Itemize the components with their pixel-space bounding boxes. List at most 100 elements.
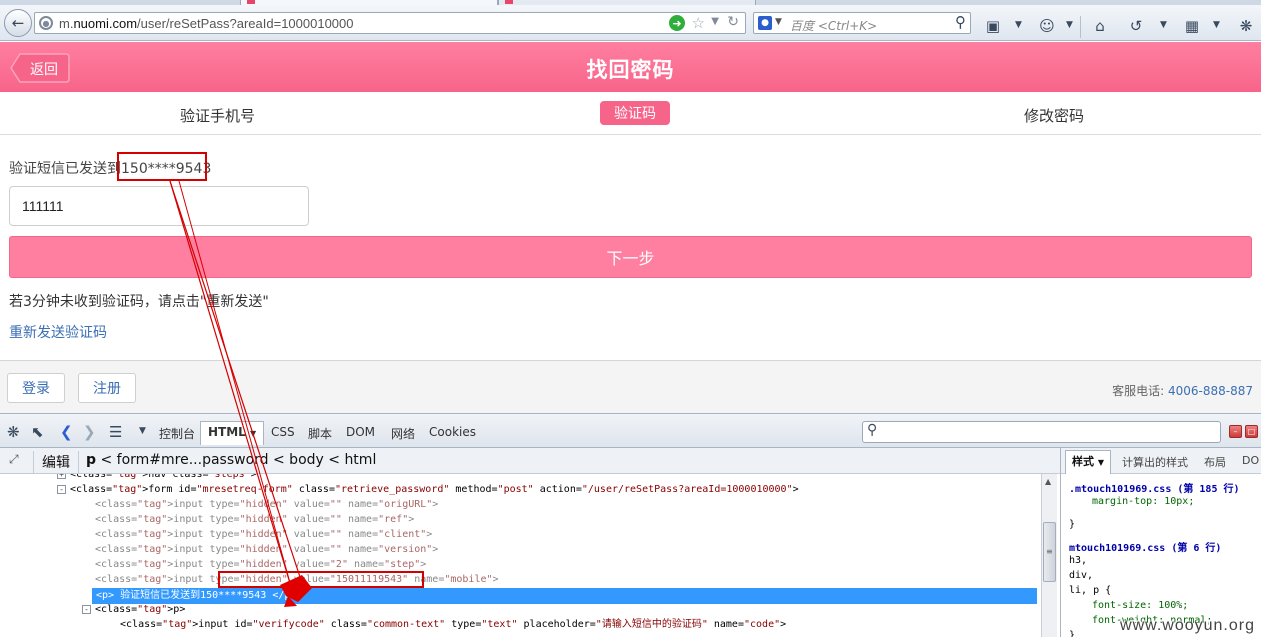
source-line[interactable]: <class="tag">input type="hidden" value="… — [0, 542, 1041, 557]
css-source-link[interactable]: .mtouch101969.css (第 185 行) — [1069, 480, 1240, 495]
screenshot-icon[interactable]: ▣ — [984, 17, 1002, 35]
step-indicator: 验证手机号 验证码 修改密码 — [0, 92, 1261, 135]
reload-icon[interactable]: ↻ — [727, 14, 739, 30]
addon-dropdown-icon[interactable]: ▼ — [1066, 20, 1073, 30]
tab-cookies[interactable]: Cookies — [429, 425, 476, 439]
tab-html-dropdown-icon[interactable]: ▼ — [250, 429, 256, 438]
nav-back-icon[interactable]: ❮ — [60, 423, 73, 441]
menu-lines-icon[interactable]: ☰ — [109, 423, 122, 441]
source-line-text: <class="tag">p> — [95, 604, 186, 615]
expand-panel-icon[interactable]: ⤢ — [9, 452, 19, 467]
scroll-up-icon[interactable]: ▲ — [1045, 477, 1051, 486]
css-selector: } — [1069, 519, 1076, 530]
tab-console[interactable]: 控制台 — [159, 425, 195, 442]
back-arrow-icon: ← — [11, 14, 25, 32]
address-bar[interactable]: ● m.nuomi.com/user/reSetPass?areaId=1000… — [34, 12, 746, 34]
login-button[interactable]: 登录 — [7, 373, 65, 403]
source-line[interactable]: - <class="tag">form id="mresetreq-form" c… — [0, 482, 1041, 497]
css-selector: h3, — [1069, 555, 1088, 566]
breadcrumb[interactable]: p < form#mre...password < body < html — [86, 452, 376, 468]
step-change-password: 修改密码 — [1024, 107, 1085, 125]
style-dropdown-icon[interactable]: ▼ — [1098, 458, 1104, 467]
screenshot-dropdown-icon[interactable]: ▼ — [1015, 20, 1022, 30]
source-line-text: <class="tag">input type="hidden" value="… — [95, 559, 427, 570]
watermark: www.wooyun.org — [1120, 617, 1255, 634]
panel-dropdown-icon[interactable]: ▼ — [139, 426, 146, 436]
tab-favicon — [505, 0, 513, 4]
side-tab-layout[interactable]: 布局 — [1204, 454, 1226, 470]
firebug-icon[interactable]: ❋ — [1237, 17, 1255, 35]
tab-script[interactable]: 脚本 — [308, 425, 332, 442]
style-panel: .mtouch101969.css (第 185 行) margin-top: 1… — [1060, 474, 1261, 637]
bookmark-star-icon[interactable]: ☆ — [692, 14, 705, 32]
tab-dom[interactable]: DOM — [346, 425, 375, 439]
breadcrumb-current[interactable]: p — [86, 452, 96, 468]
globe-icon: ● — [39, 16, 53, 30]
html-source-view[interactable]: + <class="tag">nav class="steps"> - <class=… — [0, 474, 1041, 637]
next-step-button[interactable]: 下一步 — [9, 236, 1252, 278]
browser-back-button[interactable]: ← — [4, 9, 32, 37]
css-selector: li, p { — [1069, 585, 1112, 596]
side-tab-computed[interactable]: 计算出的样式 — [1122, 454, 1188, 470]
css-property: font-size: 100%; — [1092, 600, 1189, 611]
resend-code-link[interactable]: 重新发送验证码 — [9, 322, 107, 342]
source-line-text: <class="tag">nav class="steps"> — [70, 474, 257, 480]
collapse-node-icon[interactable]: - — [82, 605, 91, 614]
css-source-link[interactable]: mtouch101969.css (第 6 行) — [1069, 539, 1221, 554]
engine-dropdown-icon[interactable]: ▼ — [775, 17, 782, 27]
baidu-paw-icon[interactable]: ● — [758, 16, 772, 30]
css-selector: div, — [1069, 570, 1094, 581]
nav-forward-icon[interactable]: ❯ — [83, 423, 96, 441]
firebug-toolbar: ❋ ⬉ ❮ ❯ ☰ ▼ 控制台 HTML ▼ CSS 脚本 DOM 网络 Coo… — [0, 413, 1261, 448]
source-line[interactable]: + <class="tag">nav class="steps"> — [0, 474, 1041, 482]
css-selector: } — [1069, 630, 1076, 637]
source-line[interactable]: <class="tag">input type="hidden" value="… — [0, 512, 1041, 527]
browser-navbar: ← ● m.nuomi.com/user/reSetPass?areaId=10… — [0, 5, 1261, 41]
home-icon[interactable]: ⌂ — [1091, 17, 1109, 35]
firebug-search-input[interactable]: ⚲ — [862, 421, 1221, 443]
css-property: margin-top: 10px; — [1092, 496, 1195, 507]
source-line-text: <class="tag">input type="hidden" value="… — [95, 499, 439, 510]
source-line[interactable]: <class="tag">input type="hidden" value="… — [0, 572, 1041, 587]
source-scrollbar[interactable]: ▲ ≡ — [1041, 474, 1057, 637]
source-line[interactable]: <class="tag">input type="hidden" value="… — [0, 497, 1041, 512]
scroll-grip-icon: ≡ — [1046, 547, 1053, 556]
source-line[interactable]: - <class="tag">p> — [0, 602, 1041, 617]
annotation-box-mobile-input — [218, 571, 424, 588]
detach-panel-icon[interactable]: □ — [1245, 425, 1258, 438]
service-phone-link[interactable]: 4006-888-887 — [1168, 384, 1253, 398]
source-line-text: <class="tag">input type="hidden" value="… — [95, 544, 439, 555]
apps-grid-icon[interactable]: ▦ — [1183, 17, 1201, 35]
register-button[interactable]: 注册 — [78, 373, 136, 403]
search-icon[interactable]: ⚲ — [955, 13, 966, 31]
tab-network[interactable]: 网络 — [391, 425, 415, 442]
source-line[interactable]: <class="tag">input type="hidden" value="… — [0, 527, 1041, 542]
service-label: 客服电话: — [1112, 384, 1165, 398]
source-line[interactable]: <class="tag">input id="verifycode" class… — [0, 617, 1041, 632]
web-page: 返回 找回密码 验证手机号 验证码 修改密码 验证短信已发送到150****95… — [0, 42, 1261, 413]
inspect-element-icon[interactable]: ⬉ — [31, 423, 44, 441]
verify-code-input[interactable] — [9, 186, 309, 226]
reply-arrow-icon[interactable]: ↺ — [1127, 17, 1145, 35]
go-arrow-icon[interactable]: ➜ — [669, 15, 685, 31]
firebug-bug-icon[interactable]: ❋ — [7, 423, 20, 441]
search-bar[interactable]: ● ▼ 百度 <Ctrl+K> ⚲ — [753, 12, 971, 34]
edit-button[interactable]: 编辑 — [33, 451, 79, 474]
reply-dropdown-icon[interactable]: ▼ — [1160, 20, 1167, 30]
search-icon: ⚲ — [867, 422, 878, 438]
smiley-addon-icon[interactable]: ☺ — [1038, 17, 1056, 35]
minimize-panel-icon[interactable]: – — [1229, 425, 1242, 438]
tab-html[interactable]: HTML ▼ — [200, 421, 265, 445]
tab-css[interactable]: CSS — [271, 425, 295, 439]
side-tab-style[interactable]: 样式 ▼ — [1065, 450, 1111, 475]
step-verify-code: 验证码 — [600, 101, 670, 125]
history-dropdown-icon[interactable]: ▼ — [711, 16, 719, 27]
breadcrumb-ancestors[interactable]: < form#mre...password < body < html — [100, 452, 376, 468]
collapse-node-icon[interactable]: - — [57, 485, 66, 494]
service-hotline: 客服电话: 4006-888-887 — [1112, 382, 1253, 399]
tab-html-label: HTML — [208, 425, 246, 439]
apps-dropdown-icon[interactable]: ▼ — [1213, 20, 1220, 30]
side-tab-dom[interactable]: DO — [1242, 454, 1259, 467]
source-line[interactable]: <class="tag">input type="hidden" value="… — [0, 557, 1041, 572]
expand-node-icon[interactable]: + — [57, 474, 66, 479]
